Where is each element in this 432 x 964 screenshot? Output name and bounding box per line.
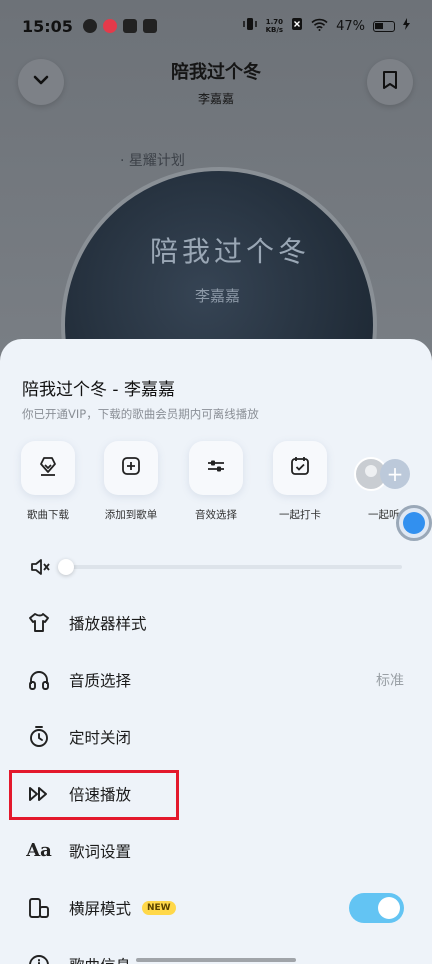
timer-icon <box>27 725 51 749</box>
menu-audio-quality[interactable]: 音质选择 标准 <box>0 651 432 708</box>
message-icon <box>142 19 157 33</box>
battery-percent: 47% <box>336 18 365 34</box>
shirt-icon <box>27 611 51 635</box>
new-badge: NEW <box>142 900 176 915</box>
menu-label: 定时关闭 <box>69 728 132 747</box>
quick-action-label: 一起打卡 <box>279 509 321 521</box>
checkin-icon <box>289 455 311 481</box>
menu-label: 歌曲信息 <box>69 954 131 964</box>
charging-icon <box>403 18 410 34</box>
menu-lyrics-settings[interactable]: Aa 歌词设置 <box>0 822 432 879</box>
quick-action-box[interactable] <box>21 441 75 495</box>
floating-ball-icon <box>403 512 425 534</box>
status-bar: 15:05 1.70 KB/s 47% <box>0 0 432 52</box>
volume-slider-knob[interactable] <box>58 559 74 575</box>
disc-title: 陪我过个冬 <box>150 235 311 268</box>
quick-action-label: 歌曲下载 <box>27 509 69 521</box>
quick-action-box[interactable] <box>104 441 158 495</box>
equalizer-icon <box>205 455 227 481</box>
bookmark-icon <box>381 70 399 94</box>
quick-action-sound-effect[interactable]: 音效选择 <box>181 441 251 522</box>
net-speed-value: 1.70 <box>265 18 283 26</box>
download-icon <box>37 455 59 481</box>
landscape-icon <box>27 896 51 920</box>
sheet-subtitle: 你已开通VIP，下载的歌曲会员期内可离线播放 <box>22 407 259 421</box>
quick-action-box[interactable] <box>273 441 327 495</box>
wifi-icon <box>311 18 328 35</box>
volume-slider[interactable] <box>64 565 402 569</box>
menu-label: 歌词设置 <box>69 842 132 861</box>
menu-player-style[interactable]: 播放器样式 <box>0 594 432 651</box>
bookmark-button[interactable] <box>367 59 413 105</box>
app-notification-icon <box>82 19 97 33</box>
net-speed-unit: KB/s <box>265 26 284 34</box>
battery-icon <box>373 20 395 32</box>
app-notification-icon <box>102 19 117 33</box>
menu-label: 播放器样式 <box>69 614 147 633</box>
quick-action-add-to-playlist[interactable]: 添加到歌单 <box>96 441 166 522</box>
menu-sleep-timer[interactable]: 定时关闭 <box>0 708 432 765</box>
landscape-toggle[interactable] <box>349 892 404 923</box>
add-to-playlist-icon <box>120 455 142 481</box>
quick-action-box[interactable] <box>189 441 243 495</box>
home-indicator[interactable] <box>136 958 296 962</box>
menu-label: 横屏模式 <box>69 899 132 918</box>
highlight-box <box>9 770 179 820</box>
audio-quality-value: 标准 <box>376 672 404 689</box>
notification-icons <box>82 19 157 33</box>
vibrate-icon <box>242 17 258 35</box>
sheet-title: 陪我过个冬 - 李嘉嘉 <box>22 380 175 400</box>
app-notification-icon <box>122 19 137 33</box>
floating-assistant-button[interactable] <box>396 505 432 541</box>
quick-action-checkin[interactable]: 一起打卡 <box>265 441 335 522</box>
listen-together-avatars[interactable]: + <box>354 457 414 493</box>
status-time: 15:05 <box>22 16 73 36</box>
volume-control <box>30 557 406 577</box>
menu-label: 音质选择 <box>69 671 132 690</box>
more-options-sheet: 陪我过个冬 - 李嘉嘉 你已开通VIP，下载的歌曲会员期内可离线播放 歌曲下载 … <box>0 339 432 964</box>
artist-name: 李嘉嘉 <box>197 92 234 106</box>
disc-signature: 李嘉嘉 <box>195 287 241 305</box>
quick-action-download[interactable]: 歌曲下载 <box>13 441 83 522</box>
headphones-icon <box>27 668 51 692</box>
add-friend-icon: + <box>380 459 410 489</box>
sim-icon <box>291 17 303 35</box>
lyrics-icon: Aa <box>26 840 52 861</box>
album-tag: · 星耀计划 <box>120 153 185 169</box>
quick-action-label: 添加到歌单 <box>104 509 158 521</box>
net-speed: 1.70 KB/s <box>266 18 283 34</box>
quick-action-label: 音效选择 <box>195 509 237 521</box>
mute-icon[interactable] <box>30 557 52 581</box>
status-right: 1.70 KB/s 47% <box>242 17 410 35</box>
menu-landscape-mode[interactable]: 横屏模式 NEW <box>0 879 432 936</box>
info-icon <box>27 953 51 964</box>
